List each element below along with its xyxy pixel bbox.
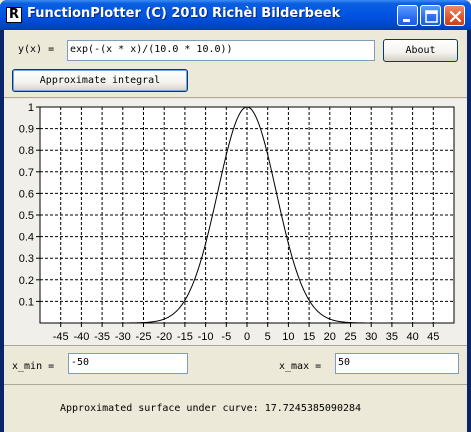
function-plot: -45 -40 -35 -30 -25 -20 -15 -10 -5 0 5 10 15 20 25 30 35… (19, 102, 455, 343)
main-window: R FunctionPlotter (C) 2010 Richèl Bilder… (0, 0, 471, 432)
x-tick-label: -5 (221, 331, 231, 343)
y-tick-label: 0.7 (19, 167, 34, 179)
function-label: y(x) = (18, 44, 55, 55)
x-tick-label: -25 (136, 331, 152, 343)
x-tick-label: 30 (365, 331, 377, 343)
y-tick-label: 0.2 (19, 275, 34, 287)
maximize-button[interactable] (420, 5, 441, 26)
x-max-label: x_max = (279, 361, 322, 372)
function-input[interactable]: exp(-(x * x)/(10.0 * 10.0)) (67, 40, 375, 61)
x-max-input[interactable]: 50 (335, 353, 459, 374)
x-tick-label: 15 (303, 331, 315, 343)
y-tick-label: 0.3 (19, 253, 34, 265)
x-tick-label: -40 (73, 331, 89, 343)
about-button[interactable]: About (383, 39, 458, 62)
function-panel: y(x) = exp(-(x * x)/(10.0 * 10.0)) About… (4, 30, 467, 98)
minimize-button[interactable] (397, 5, 418, 26)
x-tick-label: 10 (282, 331, 294, 343)
x-tick-label: -30 (115, 331, 131, 343)
x-tick-label: -35 (94, 331, 110, 343)
x-tick-label: 25 (344, 331, 356, 343)
x-min-label: x_min = (12, 361, 55, 372)
x-tick-label: -15 (177, 331, 193, 343)
x-tick-label: 20 (324, 331, 336, 343)
integral-result: Approximated surface under curve: 17.724… (60, 403, 362, 414)
y-tick-label: 0.1 (19, 296, 34, 308)
x-tick-label: 35 (386, 331, 398, 343)
y-tick-label: 0.6 (19, 188, 34, 200)
x-tick-label: -10 (198, 331, 214, 343)
y-tick-label: 0.8 (19, 145, 34, 157)
client-area: y(x) = exp(-(x * x)/(10.0 * 10.0)) About… (4, 30, 467, 432)
x-tick-label: -45 (53, 331, 69, 343)
approximate-integral-button[interactable]: Approximate integral (12, 69, 188, 92)
window-title: FunctionPlotter (C) 2010 Richèl Bilderbe… (27, 6, 341, 21)
x-tick-label: 45 (427, 331, 439, 343)
plot-area: -45 -40 -35 -30 -25 -20 -15 -10 -5 0 5 10 15 20 25 30 35… (4, 99, 467, 346)
y-tick-label: 0.4 (19, 232, 34, 244)
close-icon (449, 10, 462, 23)
title-bar[interactable]: R FunctionPlotter (C) 2010 Richèl Bilder… (0, 0, 471, 30)
y-tick-label: 1 (28, 102, 34, 114)
y-tick-label: 0.5 (19, 210, 34, 222)
minimize-icon (403, 19, 410, 22)
x-tick-label: 5 (265, 331, 271, 343)
x-tick-label: 40 (406, 331, 418, 343)
maximize-icon (425, 10, 438, 23)
x-tick-label: 0 (244, 331, 250, 343)
y-tick-label: 0.9 (19, 124, 34, 136)
app-icon[interactable]: R (6, 7, 22, 23)
close-button[interactable] (444, 5, 465, 26)
range-panel: x_min = -50 x_max = 50 (4, 347, 467, 385)
x-tick-label: -20 (156, 331, 172, 343)
x-min-input[interactable]: -50 (68, 353, 188, 374)
result-panel: Approximated surface under curve: 17.724… (4, 386, 467, 432)
